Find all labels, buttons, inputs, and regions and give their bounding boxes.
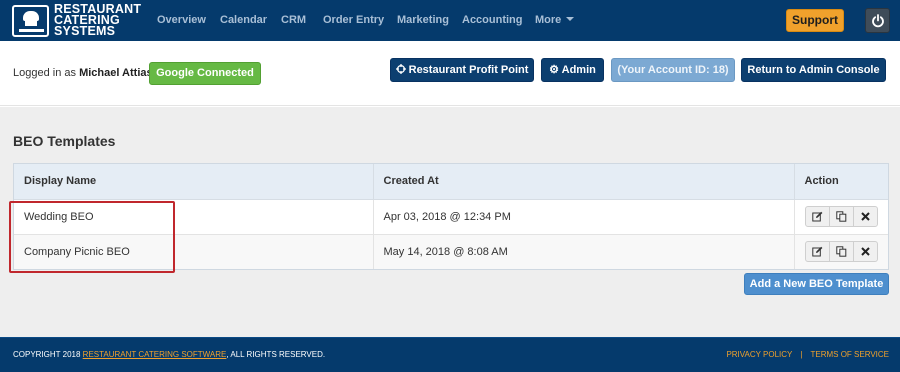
restaurant-profit-point-button[interactable]: Restaurant Profit Point (390, 58, 534, 82)
copy-icon (835, 211, 846, 222)
google-connected-badge[interactable]: Google Connected (149, 62, 261, 85)
footer: COPYRIGHT 2018 RESTAURANT CATERING SOFTW… (0, 337, 900, 372)
terms-of-service-link[interactable]: TERMS OF SERVICE (810, 350, 889, 359)
edit-icon (811, 247, 822, 257)
admin-button[interactable]: ⚙ Admin (541, 58, 604, 82)
action-cell (794, 199, 888, 235)
privacy-policy-link[interactable]: PRIVACY POLICY (726, 350, 792, 359)
gear-icon: ⚙ (549, 64, 559, 76)
admin-label: Admin (561, 64, 596, 76)
delete-icon (860, 212, 870, 221)
copyright-text: COPYRIGHT 2018 RESTAURANT CATERING SOFTW… (13, 338, 325, 371)
user-name: Michael Attias (79, 67, 153, 79)
brand-name: RESTAURANT CATERING SYSTEMS (54, 3, 141, 38)
page-title: BEO Templates (13, 133, 116, 149)
header-action: Action (794, 164, 888, 200)
return-to-admin-console-button[interactable]: Return to Admin Console (741, 58, 886, 82)
chef-hat-icon (12, 4, 49, 37)
nav-crm[interactable]: CRM (281, 0, 306, 41)
beo-templates-table: Display Name Created At Action Wedding B… (13, 163, 889, 270)
edit-button[interactable] (804, 241, 830, 263)
delete-button[interactable] (852, 206, 878, 227)
copyright-suffix: , ALL RIGHTS RESERVED. (226, 350, 326, 359)
support-button[interactable]: Support (786, 9, 844, 32)
table-row: Company Picnic BEO May 14, 2018 @ 8:08 A… (14, 234, 888, 269)
header-display-name[interactable]: Display Name (14, 164, 374, 200)
row-action-group (804, 241, 878, 263)
brand-logo[interactable]: RESTAURANT CATERING SYSTEMS (12, 3, 141, 38)
copyright-prefix: COPYRIGHT 2018 (13, 350, 81, 359)
power-icon (872, 14, 884, 28)
template-name-cell[interactable]: Wedding BEO (14, 199, 374, 235)
table-row: Wedding BEO Apr 03, 2018 @ 12:34 PM (14, 199, 888, 235)
edit-button[interactable] (804, 206, 830, 227)
created-at-cell: May 14, 2018 @ 8:08 AM (373, 234, 795, 269)
brand-line-3: SYSTEMS (54, 24, 116, 38)
copy-icon (835, 246, 846, 257)
header-created-at[interactable]: Created At (373, 164, 795, 200)
main-content: BEO Templates Display Name Created At Ac… (0, 107, 900, 337)
top-navbar: RESTAURANT CATERING SYSTEMS Overview Cal… (0, 0, 900, 41)
nav-accounting[interactable]: Accounting (462, 0, 523, 41)
nav-marketing[interactable]: Marketing (397, 0, 449, 41)
row-action-group (804, 206, 878, 227)
nav-overview[interactable]: Overview (157, 0, 206, 41)
account-id-button: (Your Account ID: 18) (611, 58, 735, 82)
footer-separator: | (800, 350, 803, 359)
footer-links: PRIVACY POLICY | TERMS OF SERVICE (726, 338, 889, 371)
copy-button[interactable] (828, 241, 854, 263)
crosshair-icon (395, 64, 406, 74)
nav-calendar[interactable]: Calendar (220, 0, 267, 41)
table-header-row: Display Name Created At Action (14, 164, 888, 200)
add-new-beo-template-button[interactable]: Add a New BEO Template (744, 273, 889, 295)
account-bar: Logged in as Michael Attias Google Conne… (0, 41, 900, 106)
delete-icon (860, 247, 870, 256)
created-at-cell: Apr 03, 2018 @ 12:34 PM (373, 199, 795, 235)
logged-in-text: Logged in as Michael Attias (13, 67, 153, 79)
action-cell (794, 234, 888, 269)
delete-button[interactable] (852, 241, 878, 263)
profit-point-label: Restaurant Profit Point (408, 64, 529, 76)
template-name-cell[interactable]: Company Picnic BEO (14, 234, 374, 269)
nav-order-entry[interactable]: Order Entry (323, 0, 384, 41)
edit-icon (811, 211, 822, 222)
copy-button[interactable] (828, 206, 854, 227)
nav-more-label: More (535, 14, 562, 26)
brand-footer-link[interactable]: RESTAURANT CATERING SOFTWARE (83, 350, 227, 359)
nav-more-dropdown[interactable]: More (535, 0, 575, 41)
chevron-down-icon (566, 17, 575, 21)
logout-button[interactable] (865, 8, 890, 33)
logged-in-prefix: Logged in as (13, 67, 76, 79)
